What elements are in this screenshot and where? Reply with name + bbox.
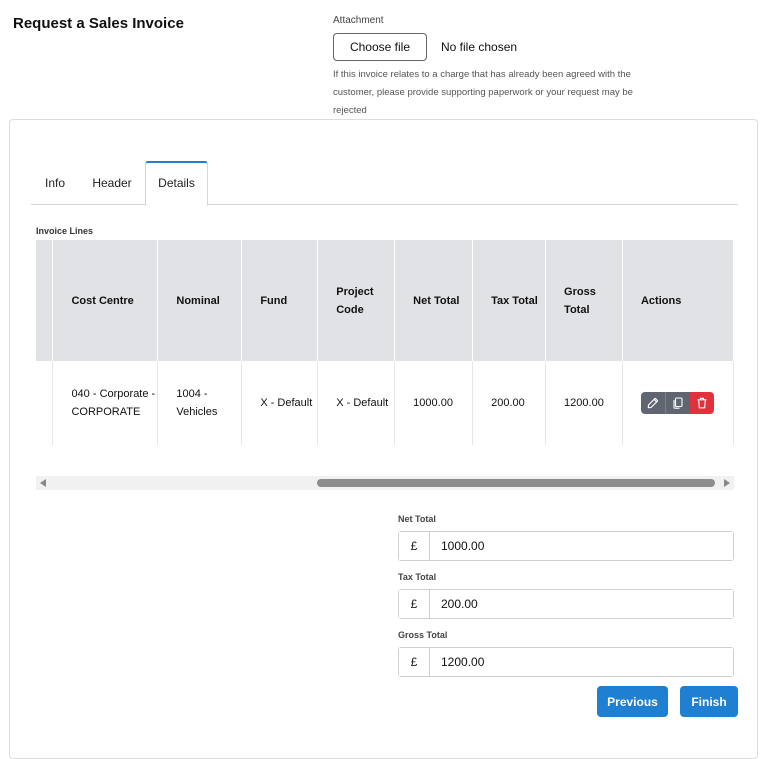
tab-details[interactable]: Details: [145, 161, 208, 206]
tab-info[interactable]: Info: [31, 161, 79, 205]
choose-file-button[interactable]: Choose file: [333, 33, 427, 61]
file-status: No file chosen: [441, 40, 518, 54]
row-select-cell[interactable]: [36, 361, 54, 445]
edit-line-button[interactable]: [640, 392, 665, 414]
copy-line-button[interactable]: [664, 392, 690, 414]
tax-total-label: Tax Total: [398, 572, 437, 582]
currency-symbol: £: [399, 648, 430, 676]
net-total-input[interactable]: [430, 532, 733, 560]
page-title: Request a Sales Invoice: [13, 15, 184, 32]
row-select-header: [36, 240, 54, 361]
attachment-help-text: If this invoice relates to a charge that…: [333, 69, 633, 116]
row-actions: [640, 392, 733, 414]
scroll-left-arrow[interactable]: [40, 479, 46, 487]
previous-button[interactable]: Previous: [597, 686, 668, 717]
scrollbar-thumb[interactable]: [317, 479, 715, 487]
scroll-right-arrow[interactable]: [724, 479, 730, 487]
column-header-cost-centre[interactable]: Cost Centre: [52, 240, 159, 361]
cell-tax-total: 200.00: [472, 361, 547, 445]
table-row[interactable]: 040 - Corporate - CORPORATE 1004 - Vehic…: [36, 361, 734, 445]
tab-bar: Info Header Details: [31, 161, 738, 206]
tax-total-field: £: [398, 589, 734, 619]
trash-icon: [697, 397, 707, 409]
cell-gross-total: 1200.00: [545, 361, 623, 445]
finish-button[interactable]: Finish: [680, 686, 738, 717]
net-total-label: Net Total: [398, 514, 436, 524]
cell-cost-centre: 040 - Corporate - CORPORATE: [52, 361, 159, 445]
horizontal-scrollbar[interactable]: [36, 476, 734, 490]
pencil-icon: [647, 397, 659, 409]
table-header-row: Cost Centre Nominal Fund Project Code Ne…: [36, 240, 734, 361]
cell-net-total: 1000.00: [394, 361, 474, 445]
tax-total-input[interactable]: [430, 590, 733, 618]
cell-nominal: 1004 - Vehicles: [157, 361, 243, 445]
cell-fund: X - Default: [241, 361, 319, 445]
column-header-fund[interactable]: Fund: [241, 240, 319, 361]
copy-icon: [673, 397, 683, 409]
invoice-lines-label: Invoice Lines: [36, 226, 94, 236]
column-header-tax-total[interactable]: Tax Total: [472, 240, 547, 361]
cell-project-code: X - Default: [317, 361, 396, 445]
attachment-label: Attachment: [333, 15, 384, 26]
invoice-lines-table: Cost Centre Nominal Fund Project Code Ne…: [36, 240, 734, 446]
column-header-gross-total[interactable]: Gross Total: [545, 240, 623, 361]
column-header-project-code[interactable]: Project Code: [317, 240, 396, 361]
gross-total-field: £: [398, 647, 734, 677]
gross-total-input[interactable]: [430, 648, 733, 676]
currency-symbol: £: [399, 532, 430, 560]
gross-total-label: Gross Total: [398, 630, 448, 640]
currency-symbol: £: [399, 590, 430, 618]
delete-line-button[interactable]: [689, 392, 714, 414]
net-total-field: £: [398, 531, 734, 561]
tab-header[interactable]: Header: [82, 161, 142, 205]
column-header-actions: Actions: [622, 240, 734, 361]
column-header-net-total[interactable]: Net Total: [394, 240, 474, 361]
cell-actions: [622, 361, 734, 445]
column-header-nominal[interactable]: Nominal: [157, 240, 243, 361]
